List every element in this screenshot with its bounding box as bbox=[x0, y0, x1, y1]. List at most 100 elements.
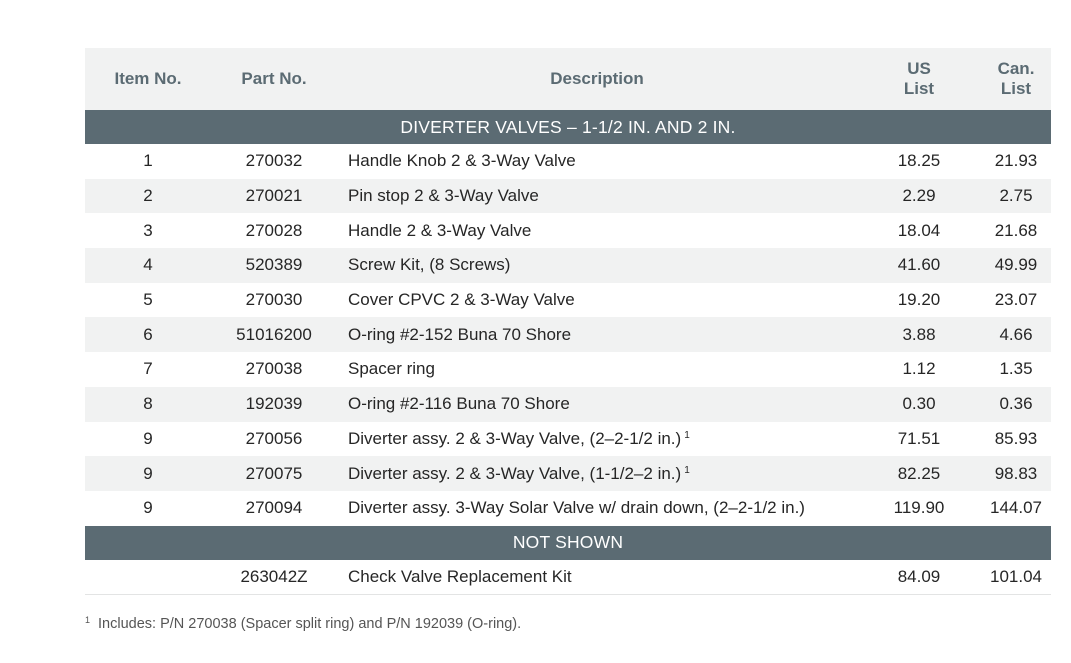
cell-description: Diverter assy. 3-Way Solar Valve w/ drai… bbox=[337, 498, 857, 518]
cell-part-no: 270021 bbox=[245, 186, 303, 206]
table-row: 4 520389 Screw Kit, (8 Screws) 41.60 49.99 bbox=[85, 248, 1051, 283]
table-row: 9 270056 Diverter assy. 2 & 3-Way Valve, (… bbox=[85, 422, 1051, 457]
header-us-line2: List bbox=[903, 79, 935, 98]
cell-description: Diverter assy. 2 & 3-Way Valve, (1-1/2–2… bbox=[337, 464, 857, 484]
cell-can-list: 21.93 bbox=[994, 151, 1038, 171]
cell-description: Handle Knob 2 & 3-Way Valve bbox=[337, 151, 857, 171]
cell-us-list: 2.29 bbox=[902, 186, 936, 206]
header-can-line2: List bbox=[1000, 79, 1032, 98]
cell-can-list: 21.68 bbox=[994, 220, 1038, 240]
cell-description: Diverter assy. 2 & 3-Way Valve, (2–2-1/2… bbox=[337, 429, 857, 449]
footnote-ref: 1 bbox=[684, 429, 690, 441]
footnote: 1 Includes: P/N 270038 (Spacer split ring… bbox=[85, 615, 521, 632]
description-text: Diverter assy. 2 & 3-Way Valve, (1-1/2–2… bbox=[348, 463, 682, 483]
cell-item-no: 9 bbox=[143, 463, 153, 483]
header-item-no: Item No. bbox=[114, 69, 182, 88]
header-description: Description bbox=[550, 69, 644, 88]
footnote-marker: 1 bbox=[85, 615, 91, 625]
cell-can-list: 1.35 bbox=[999, 359, 1033, 379]
description-text: O-ring #2-116 Buna 70 Shore bbox=[348, 394, 570, 414]
cell-part-no: 270075 bbox=[245, 463, 303, 483]
footnote-text: Includes: P/N 270038 (Spacer split ring)… bbox=[98, 616, 522, 632]
cell-description: O-ring #2-152 Buna 70 Shore bbox=[337, 325, 857, 345]
table-row: 7 270038 Spacer ring 1.12 1.35 bbox=[85, 352, 1051, 387]
cell-can-list: 23.07 bbox=[994, 290, 1038, 310]
cell-part-no: 270032 bbox=[245, 151, 303, 171]
cell-can-list: 144.07 bbox=[990, 498, 1042, 518]
table-row: 3 270028 Handle 2 & 3-Way Valve 18.04 21.68 bbox=[85, 213, 1051, 248]
table-row: 263042Z Check Valve Replacement Kit 84.09 1… bbox=[85, 560, 1051, 596]
cell-us-list: 41.60 bbox=[897, 255, 941, 275]
cell-item-no: 6 bbox=[143, 324, 153, 344]
cell-us-list: 18.04 bbox=[897, 220, 941, 240]
cell-item-no: 5 bbox=[143, 290, 153, 310]
cell-can-list: 85.93 bbox=[994, 428, 1038, 448]
description-text: Handle 2 & 3-Way Valve bbox=[348, 220, 532, 240]
table-row: 6 51016200 O-ring #2-152 Buna 70 Shore 3.88… bbox=[85, 317, 1051, 353]
cell-description: Spacer ring bbox=[337, 359, 857, 379]
cell-item-no: 7 bbox=[143, 359, 153, 379]
description-text: Handle Knob 2 & 3-Way Valve bbox=[348, 151, 576, 171]
table-header: Item No. Part No. Description US List Ca… bbox=[85, 48, 1051, 110]
cell-can-list: 101.04 bbox=[990, 566, 1042, 586]
footnote-ref: 1 bbox=[684, 464, 690, 476]
description-text: O-ring #2-152 Buna 70 Shore bbox=[348, 324, 572, 344]
cell-description: O-ring #2-116 Buna 70 Shore bbox=[337, 394, 857, 414]
cell-description: Cover CPVC 2 & 3-Way Valve bbox=[337, 290, 857, 310]
cell-can-list: 0.36 bbox=[999, 394, 1033, 414]
cell-can-list: 49.99 bbox=[994, 255, 1038, 275]
header-can-list: Can. List bbox=[981, 59, 1051, 99]
cell-us-list: 84.09 bbox=[897, 566, 941, 586]
cell-us-list: 18.25 bbox=[897, 151, 941, 171]
cell-us-list: 82.25 bbox=[897, 463, 941, 483]
header-us-list: US List bbox=[857, 59, 981, 99]
cell-description: Screw Kit, (8 Screws) bbox=[337, 255, 857, 275]
cell-us-list: 119.90 bbox=[893, 498, 945, 518]
cell-us-list: 3.88 bbox=[902, 324, 936, 344]
cell-item-no: 9 bbox=[143, 428, 153, 448]
cell-part-no: 270030 bbox=[245, 290, 303, 310]
table-row: 9 270075 Diverter assy. 2 & 3-Way Valve, (… bbox=[85, 456, 1051, 491]
table-row: 2 270021 Pin stop 2 & 3-Way Valve 2.29 2.75 bbox=[85, 178, 1051, 214]
table-body: DIVERTER VALVES – 1-1/2 IN. AND 2 IN. 1 27… bbox=[85, 110, 1051, 596]
cell-part-no: 270094 bbox=[245, 498, 303, 518]
cell-description: Pin stop 2 & 3-Way Valve bbox=[337, 186, 857, 206]
parts-table: Item No. Part No. Description US List Ca… bbox=[85, 48, 1051, 596]
table-row: 9 270094 Diverter assy. 3-Way Solar Valve … bbox=[85, 491, 1051, 526]
description-text: Diverter assy. 2 & 3-Way Valve, (2–2-1/2… bbox=[348, 428, 682, 448]
cell-us-list: 71.51 bbox=[897, 428, 941, 448]
cell-item-no: 3 bbox=[143, 220, 153, 240]
header-can-line1: Can. bbox=[997, 59, 1035, 78]
description-text: Spacer ring bbox=[348, 359, 435, 379]
section-header: NOT SHOWN bbox=[85, 525, 1051, 560]
cell-part-no: 192039 bbox=[245, 394, 303, 414]
cell-item-no: 1 bbox=[143, 151, 153, 171]
cell-can-list: 98.83 bbox=[994, 463, 1038, 483]
cell-item-no: 8 bbox=[143, 394, 153, 414]
cell-part-no: 270056 bbox=[245, 428, 303, 448]
cell-us-list: 19.20 bbox=[897, 290, 941, 310]
cell-description: Handle 2 & 3-Way Valve bbox=[337, 221, 857, 241]
cell-can-list: 4.66 bbox=[999, 324, 1033, 344]
description-text: Cover CPVC 2 & 3-Way Valve bbox=[348, 290, 575, 310]
description-text: Diverter assy. 3-Way Solar Valve w/ drai… bbox=[348, 498, 805, 518]
cell-part-no: 263042Z bbox=[240, 566, 308, 586]
cell-us-list: 0.30 bbox=[902, 394, 936, 414]
cell-part-no: 51016200 bbox=[236, 324, 312, 344]
cell-item-no: 2 bbox=[143, 186, 153, 206]
table-row: 5 270030 Cover CPVC 2 & 3-Way Valve 19.20 23… bbox=[85, 283, 1051, 318]
section-header: DIVERTER VALVES – 1-1/2 IN. AND 2 IN. bbox=[85, 110, 1051, 144]
cell-part-no: 270028 bbox=[245, 220, 303, 240]
description-text: Screw Kit, (8 Screws) bbox=[348, 255, 511, 275]
header-part-no: Part No. bbox=[241, 69, 307, 88]
cell-description: Check Valve Replacement Kit bbox=[337, 567, 857, 587]
description-text: Pin stop 2 & 3-Way Valve bbox=[348, 186, 539, 206]
cell-part-no: 520389 bbox=[245, 255, 303, 275]
cell-us-list: 1.12 bbox=[902, 359, 936, 379]
description-text: Check Valve Replacement Kit bbox=[348, 566, 572, 586]
cell-item-no: 4 bbox=[143, 255, 153, 275]
table-row: 1 270032 Handle Knob 2 & 3-Way Valve 18.25 2… bbox=[85, 144, 1051, 179]
cell-can-list: 2.75 bbox=[999, 186, 1033, 206]
cell-item-no: 9 bbox=[143, 498, 153, 518]
table-row: 8 192039 O-ring #2-116 Buna 70 Shore 0.30 0.… bbox=[85, 386, 1051, 422]
